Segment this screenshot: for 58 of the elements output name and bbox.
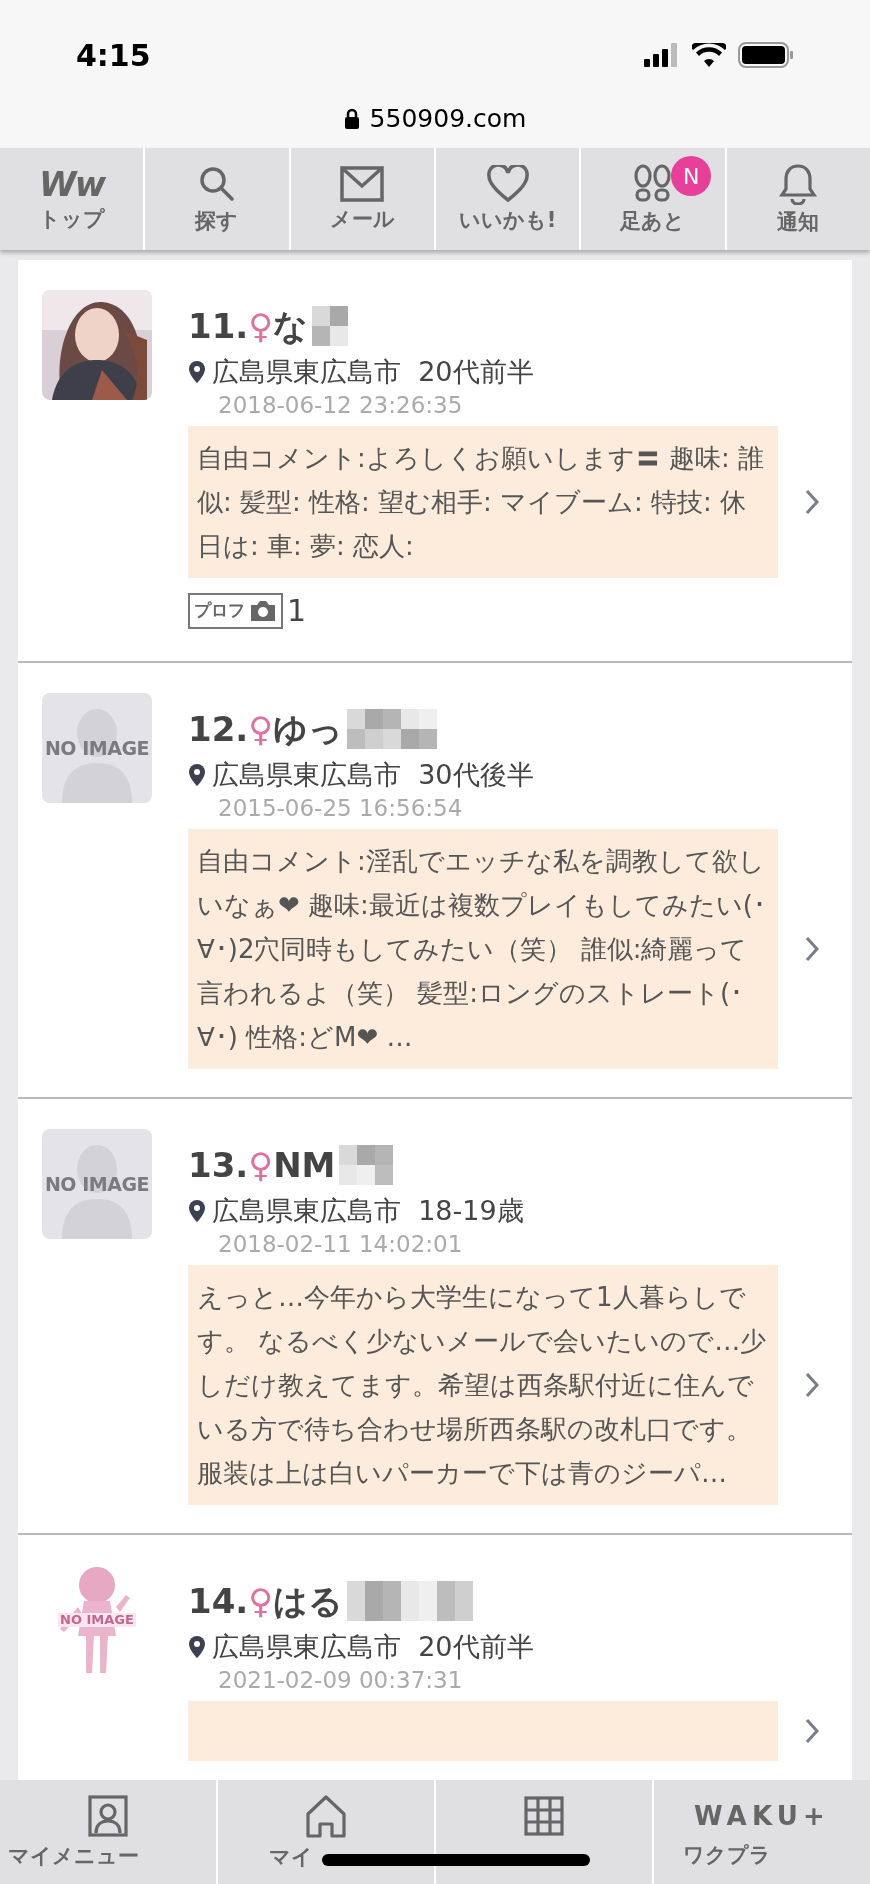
photo-count: 1 <box>287 592 307 630</box>
post-date: 2021-02-09 00:37:31 <box>217 1666 464 1695</box>
no-image-avatar: NO IMAGE <box>42 693 152 803</box>
profile-icon <box>88 1795 128 1837</box>
bottom-nav-tab[interactable]: マイメニュー <box>0 1780 216 1884</box>
location-age: 広島県東広島市 20代前半 <box>212 1630 534 1664</box>
footprints-icon <box>631 164 674 204</box>
nav-tab[interactable]: Ww トップ <box>0 148 144 250</box>
location-pin-icon <box>188 1199 206 1223</box>
bottom-nav-tab[interactable]: WAKU+ ワクプラ <box>652 1780 870 1884</box>
location-age: 広島県東広島市 18-19歳 <box>212 1194 524 1228</box>
location-pin-icon <box>188 360 206 384</box>
nav-tab[interactable]: メール <box>288 148 434 250</box>
location-pin-icon <box>188 1635 206 1659</box>
nav-tab[interactable]: N 足あと <box>579 148 725 250</box>
status-time: 4:15 <box>76 36 151 75</box>
profile-card[interactable]: NO IMAGE 14.♀はる 広島県東広島市 20代前半 2021-02-09 00:37:31 <box>18 1535 852 1780</box>
camera-icon <box>249 599 277 622</box>
post-date: 2018-06-12 23:26:35 <box>217 391 464 420</box>
heart-icon <box>486 165 529 203</box>
profile-comment: 自由コメント:淫乱でエッチな私を調教して欲しいなぁ❤ 趣味:最近は複数プレイもしてみたい(･∀･)2穴同時もしてみたい（笑） 誰似:綺麗って言われるよ（笑） 髪型:ロングのストレート(･∀･) 性格:どM❤ … <box>197 846 766 1052</box>
profile-name: 12.♀ゆっ <box>188 708 344 751</box>
location-age: 広島県東広島市 30代後半 <box>212 758 534 792</box>
mosaic-blur <box>312 306 349 346</box>
chevron-right-icon[interactable] <box>804 488 820 516</box>
profile-comment: 自由コメント:よろしくお願いします〓 趣味: 誰似: 髪型: 性格: 望む相手: マイブーム: 特技: 休日は: 車: 夢: 恋人: <box>197 443 765 561</box>
post-date: 2015-06-25 16:56:54 <box>217 794 464 823</box>
profile-name: 11.♀な <box>188 305 309 348</box>
url-text[interactable]: 550909.com <box>369 100 527 138</box>
no-image-figure: NO IMAGE <box>42 1565 152 1675</box>
bell-icon <box>779 163 818 205</box>
location-pin-icon <box>188 763 206 787</box>
search-icon <box>197 164 237 204</box>
profile-photo-tag: プロフ <box>188 592 283 629</box>
notification-badge: N <box>671 156 712 196</box>
chevron-right-icon[interactable] <box>804 935 820 963</box>
profile-name: 14.♀はる <box>188 1580 344 1623</box>
profile-card[interactable]: NO IMAGE 13.♀NM 広島県東広島市 18-19歳 2018-02-11 14:02:01 えっと…今年から大学生になって1人暮らしです。 なるべく少ないメールで会いたいので…少しだけ教えてます。希望は西条駅付近に住んでいる方で待ち合わせ場所西条駅の改札口です。服装は上は白いパーカーで下は青のジーパ… <box>18 1099 852 1535</box>
profile-card[interactable]: 11.♀な 広島県東広島市 20代前半 2018-06-12 23:26:35 自由コメント:よろしくお願いします〓 趣味: 誰似: 髪型: 性格: 望む相手: マイブーム: 特技: 休日は: 車: 夢: 恋人: プロフ 1 <box>18 260 852 663</box>
location-age: 広島県東広島市 20代前半 <box>212 355 534 389</box>
signal-icon <box>644 43 680 67</box>
battery-icon <box>738 42 794 68</box>
post-date: 2018-02-11 14:02:01 <box>217 1230 464 1259</box>
wifi-icon <box>692 43 726 67</box>
no-image-avatar: NO IMAGE <box>42 1129 152 1239</box>
mosaic-blur <box>339 1145 394 1185</box>
nav-tab[interactable]: 探す <box>143 148 289 250</box>
envelope-icon <box>340 166 385 202</box>
profile-name: 13.♀NM <box>188 1144 336 1187</box>
chevron-right-icon[interactable] <box>804 1371 820 1399</box>
chevron-right-icon[interactable] <box>804 1717 820 1745</box>
profile-card[interactable]: NO IMAGE 12.♀ゆっ 広島県東広島市 30代後半 2015-06-25 16:56:54 自由コメント:淫乱でエッチな私を調教して欲しいなぁ❤ 趣味:最近は複数プレイもしてみたい(･∀･)2穴同時もしてみたい（笑） 誰似:綺麗って言われるよ（笑） 髪型:ロングのストレート(･∀･) 性格:どM❤ … <box>18 663 852 1099</box>
lock-icon <box>343 107 360 130</box>
nav-tab[interactable]: いいかも! <box>434 148 580 250</box>
grid-icon <box>524 1796 564 1836</box>
profile-comment: えっと…今年から大学生になって1人暮らしです。 なるべく少ないメールで会いたいので…少しだけ教えてます。希望は西条駅付近に住んでいる方で待ち合わせ場所西条駅の改札口です。服装は上は白いパーカーで下は青のジーパ… <box>197 1282 767 1488</box>
home-icon <box>305 1794 347 1838</box>
nav-tab[interactable]: 通知 <box>724 148 870 250</box>
